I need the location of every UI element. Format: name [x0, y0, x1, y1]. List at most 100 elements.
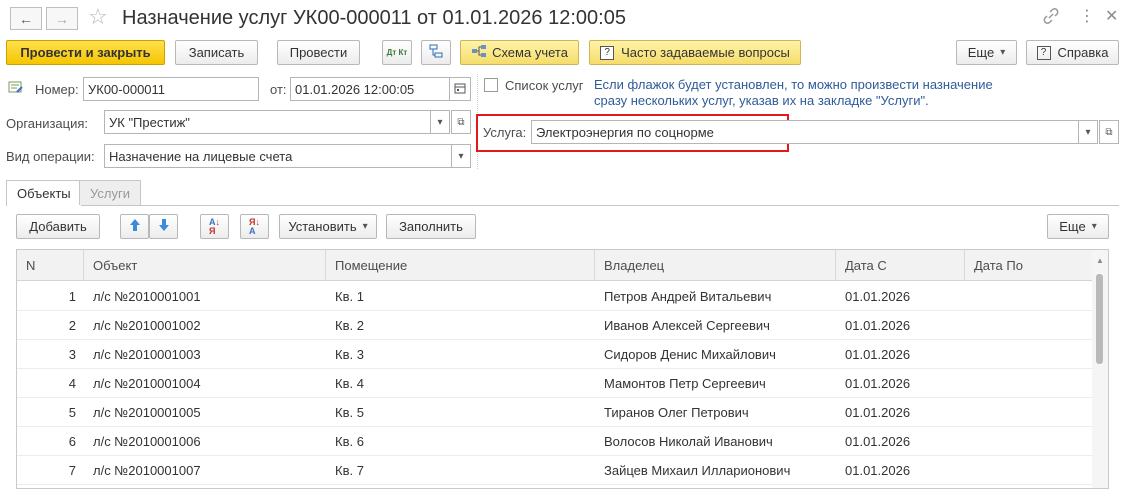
more-vertical-icon[interactable]: ⋮	[1079, 6, 1095, 26]
row-date-to	[965, 282, 1094, 311]
tab-strip-line	[6, 205, 1119, 206]
forward-button[interactable]: →	[46, 7, 78, 30]
column-header-n[interactable]: N	[17, 250, 84, 281]
row-owner: Сидоров Денис Михайлович	[604, 347, 776, 362]
row-date-to	[965, 427, 1094, 456]
column-header-object[interactable]: Объект	[84, 250, 326, 281]
service-label: Услуга:	[483, 125, 527, 140]
column-header-date-from[interactable]: Дата С	[836, 250, 965, 281]
row-object: л/с №2010001001	[93, 289, 201, 304]
row-number: 2	[68, 318, 76, 333]
arrow-right-icon: →	[55, 10, 69, 27]
accounting-scheme-button[interactable]: Схема учета	[460, 40, 579, 65]
table-row[interactable]: 1 л/с №2010001001 Кв. 1 Петров Андрей Ви…	[17, 282, 1094, 311]
dtkt-button[interactable]: Дт Кт	[382, 40, 412, 65]
help-button[interactable]: ? Справка	[1026, 40, 1119, 65]
add-button[interactable]: Добавить	[16, 214, 100, 239]
table-row[interactable]: 6 л/с №2010001006 Кв. 6 Волосов Николай …	[17, 427, 1094, 456]
tab-objects-label: Объекты	[17, 186, 71, 201]
move-up-button[interactable]	[120, 214, 149, 239]
row-room: Кв. 4	[335, 376, 364, 391]
dtkt-icon: Дт Кт	[386, 47, 408, 57]
hint-line-1: Если флажок будет установлен, то можно п…	[594, 77, 993, 92]
operation-dropdown-button[interactable]: ▾	[451, 144, 471, 168]
table-row[interactable]: 4 л/с №2010001004 Кв. 4 Мамонтов Петр Се…	[17, 369, 1094, 398]
sort-descending-button[interactable]: Я↓ А	[240, 214, 269, 239]
row-object: л/с №2010001005	[93, 405, 201, 420]
move-down-button[interactable]	[149, 214, 178, 239]
organization-open-button[interactable]: ⧉	[451, 110, 471, 134]
service-open-button[interactable]: ⧉	[1099, 120, 1119, 144]
date-label: от:	[270, 82, 287, 97]
chevron-down-icon: ▾	[1085, 126, 1091, 138]
tab-objects[interactable]: Объекты	[6, 180, 82, 206]
close-icon[interactable]: ✕	[1105, 6, 1118, 26]
calendar-button[interactable]	[449, 77, 471, 101]
table-header: N Объект Помещение Владелец Дата С Дата …	[17, 250, 1108, 281]
hint-text: Если флажок будет установлен, то можно п…	[594, 77, 993, 109]
scrollbar-thumb[interactable]	[1096, 274, 1103, 364]
fill-button[interactable]: Заполнить	[386, 214, 476, 239]
faq-button[interactable]: ? Часто задаваемые вопросы	[589, 40, 801, 65]
column-header-owner[interactable]: Владелец	[595, 250, 836, 281]
row-date-to	[965, 311, 1094, 340]
edit-icon	[8, 80, 24, 97]
column-header-room[interactable]: Помещение	[326, 250, 595, 281]
row-object: л/с №2010001003	[93, 347, 201, 362]
faq-label: Часто задаваемые вопросы	[621, 45, 790, 60]
services-list-checkbox[interactable]	[484, 78, 498, 92]
operation-field[interactable]: Назначение на лицевые счета	[104, 144, 452, 168]
row-date-from: 01.01.2026	[845, 318, 911, 333]
row-date-to	[965, 369, 1094, 398]
help-icon: ?	[1036, 45, 1051, 60]
tab-services[interactable]: Услуги	[79, 180, 141, 205]
table-row[interactable]: 2 л/с №2010001002 Кв. 2 Иванов Алексей С…	[17, 311, 1094, 340]
table-row[interactable]: 3 л/с №2010001003 Кв. 3 Сидоров Денис Ми…	[17, 340, 1094, 369]
row-owner: Иванов Алексей Сергеевич	[604, 318, 770, 333]
more-actions-button[interactable]: Еще	[956, 40, 1017, 65]
star-icon[interactable]: ☆	[88, 4, 108, 30]
organization-dropdown-button[interactable]: ▾	[430, 110, 450, 134]
post-and-close-button[interactable]: Провести и закрыть	[6, 40, 165, 65]
back-button[interactable]: ←	[10, 7, 42, 30]
service-dropdown-button[interactable]: ▾	[1078, 120, 1098, 144]
row-number: 1	[68, 289, 76, 304]
organization-label: Организация:	[6, 116, 89, 131]
arrow-left-icon: ←	[19, 10, 33, 27]
set-label: Установить	[288, 219, 357, 234]
sort-ascending-button[interactable]: А↓ Я	[200, 214, 229, 239]
organization-field[interactable]: УК "Престиж"	[104, 110, 431, 134]
objects-table[interactable]: N Объект Помещение Владелец Дата С Дата …	[16, 249, 1109, 489]
number-field[interactable]: УК00-000011	[83, 77, 259, 101]
table-row[interactable]: 5 л/с №2010001005 Кв. 5 Тиранов Олег Пет…	[17, 398, 1094, 427]
arrow-up-icon	[129, 218, 141, 235]
services-list-label: Список услуг	[505, 78, 584, 93]
arrow-down-icon	[158, 218, 170, 235]
help-label: Справка	[1057, 45, 1109, 60]
service-field[interactable]: Электроэнергия по соцнорме	[531, 120, 1079, 144]
scroll-up-icon[interactable]: ▲	[1096, 256, 1104, 265]
calendar-icon	[454, 82, 466, 97]
row-date-from: 01.01.2026	[845, 347, 911, 362]
sort-descending-icon: Я↓ А	[249, 216, 260, 236]
row-number: 3	[68, 347, 76, 362]
row-owner: Тиранов Олег Петрович	[604, 405, 749, 420]
structure-icon	[428, 43, 444, 62]
save-button[interactable]: Записать	[175, 40, 258, 65]
scheme-icon	[471, 44, 487, 61]
post-button[interactable]: Провести	[277, 40, 360, 65]
date-field[interactable]: 01.01.2026 12:00:05	[290, 77, 450, 101]
tab-services-label: Услуги	[90, 185, 130, 201]
link-icon[interactable]	[1043, 8, 1059, 28]
row-owner: Волосов Николай Иванович	[604, 434, 773, 449]
row-date-from: 01.01.2026	[845, 289, 911, 304]
structure-button[interactable]	[421, 40, 451, 65]
hint-line-2: сразу нескольких услуг, указав их на зак…	[594, 93, 929, 108]
number-label: Номер:	[35, 82, 79, 97]
open-form-icon: ⧉	[457, 116, 465, 128]
column-header-date-to[interactable]: Дата По	[965, 250, 1094, 281]
table-more-button[interactable]: Еще	[1047, 214, 1109, 239]
set-button[interactable]: Установить	[279, 214, 377, 239]
vertical-scrollbar[interactable]: ▲	[1092, 250, 1108, 488]
row-owner: Мамонтов Петр Сергеевич	[604, 376, 766, 391]
